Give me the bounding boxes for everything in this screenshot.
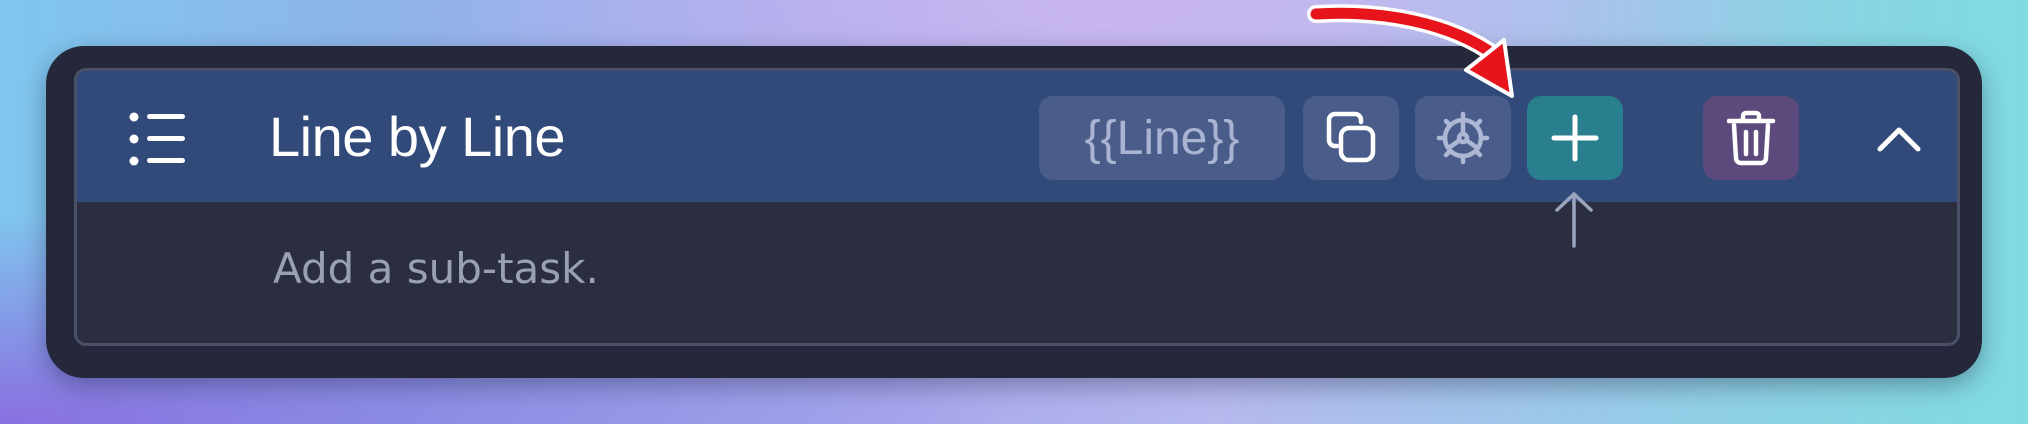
collapse-button[interactable]: [1859, 96, 1939, 180]
subtask-area: Add a sub-task.: [77, 202, 1957, 343]
chevron-up-icon: [1877, 127, 1921, 152]
variable-chip-button[interactable]: {{Line}}: [1039, 96, 1285, 180]
add-subtask-input[interactable]: Add a sub-task.: [273, 244, 599, 293]
task-card: Line by Line {{Line}} Add a sub-task.: [74, 68, 1960, 346]
task-title[interactable]: Line by Line: [269, 101, 566, 173]
list-icon[interactable]: [129, 109, 187, 169]
trash-icon: [1726, 110, 1776, 166]
add-subtask-button[interactable]: [1527, 96, 1623, 180]
up-arrow-icon: [1555, 192, 1593, 248]
task-header: Line by Line {{Line}}: [77, 71, 1957, 202]
annotation-arrow-icon: [1307, 4, 1514, 98]
gear-icon: [1436, 111, 1490, 165]
delete-button[interactable]: [1703, 96, 1799, 180]
copy-icon: [1326, 111, 1376, 163]
plus-icon: [1551, 114, 1599, 162]
